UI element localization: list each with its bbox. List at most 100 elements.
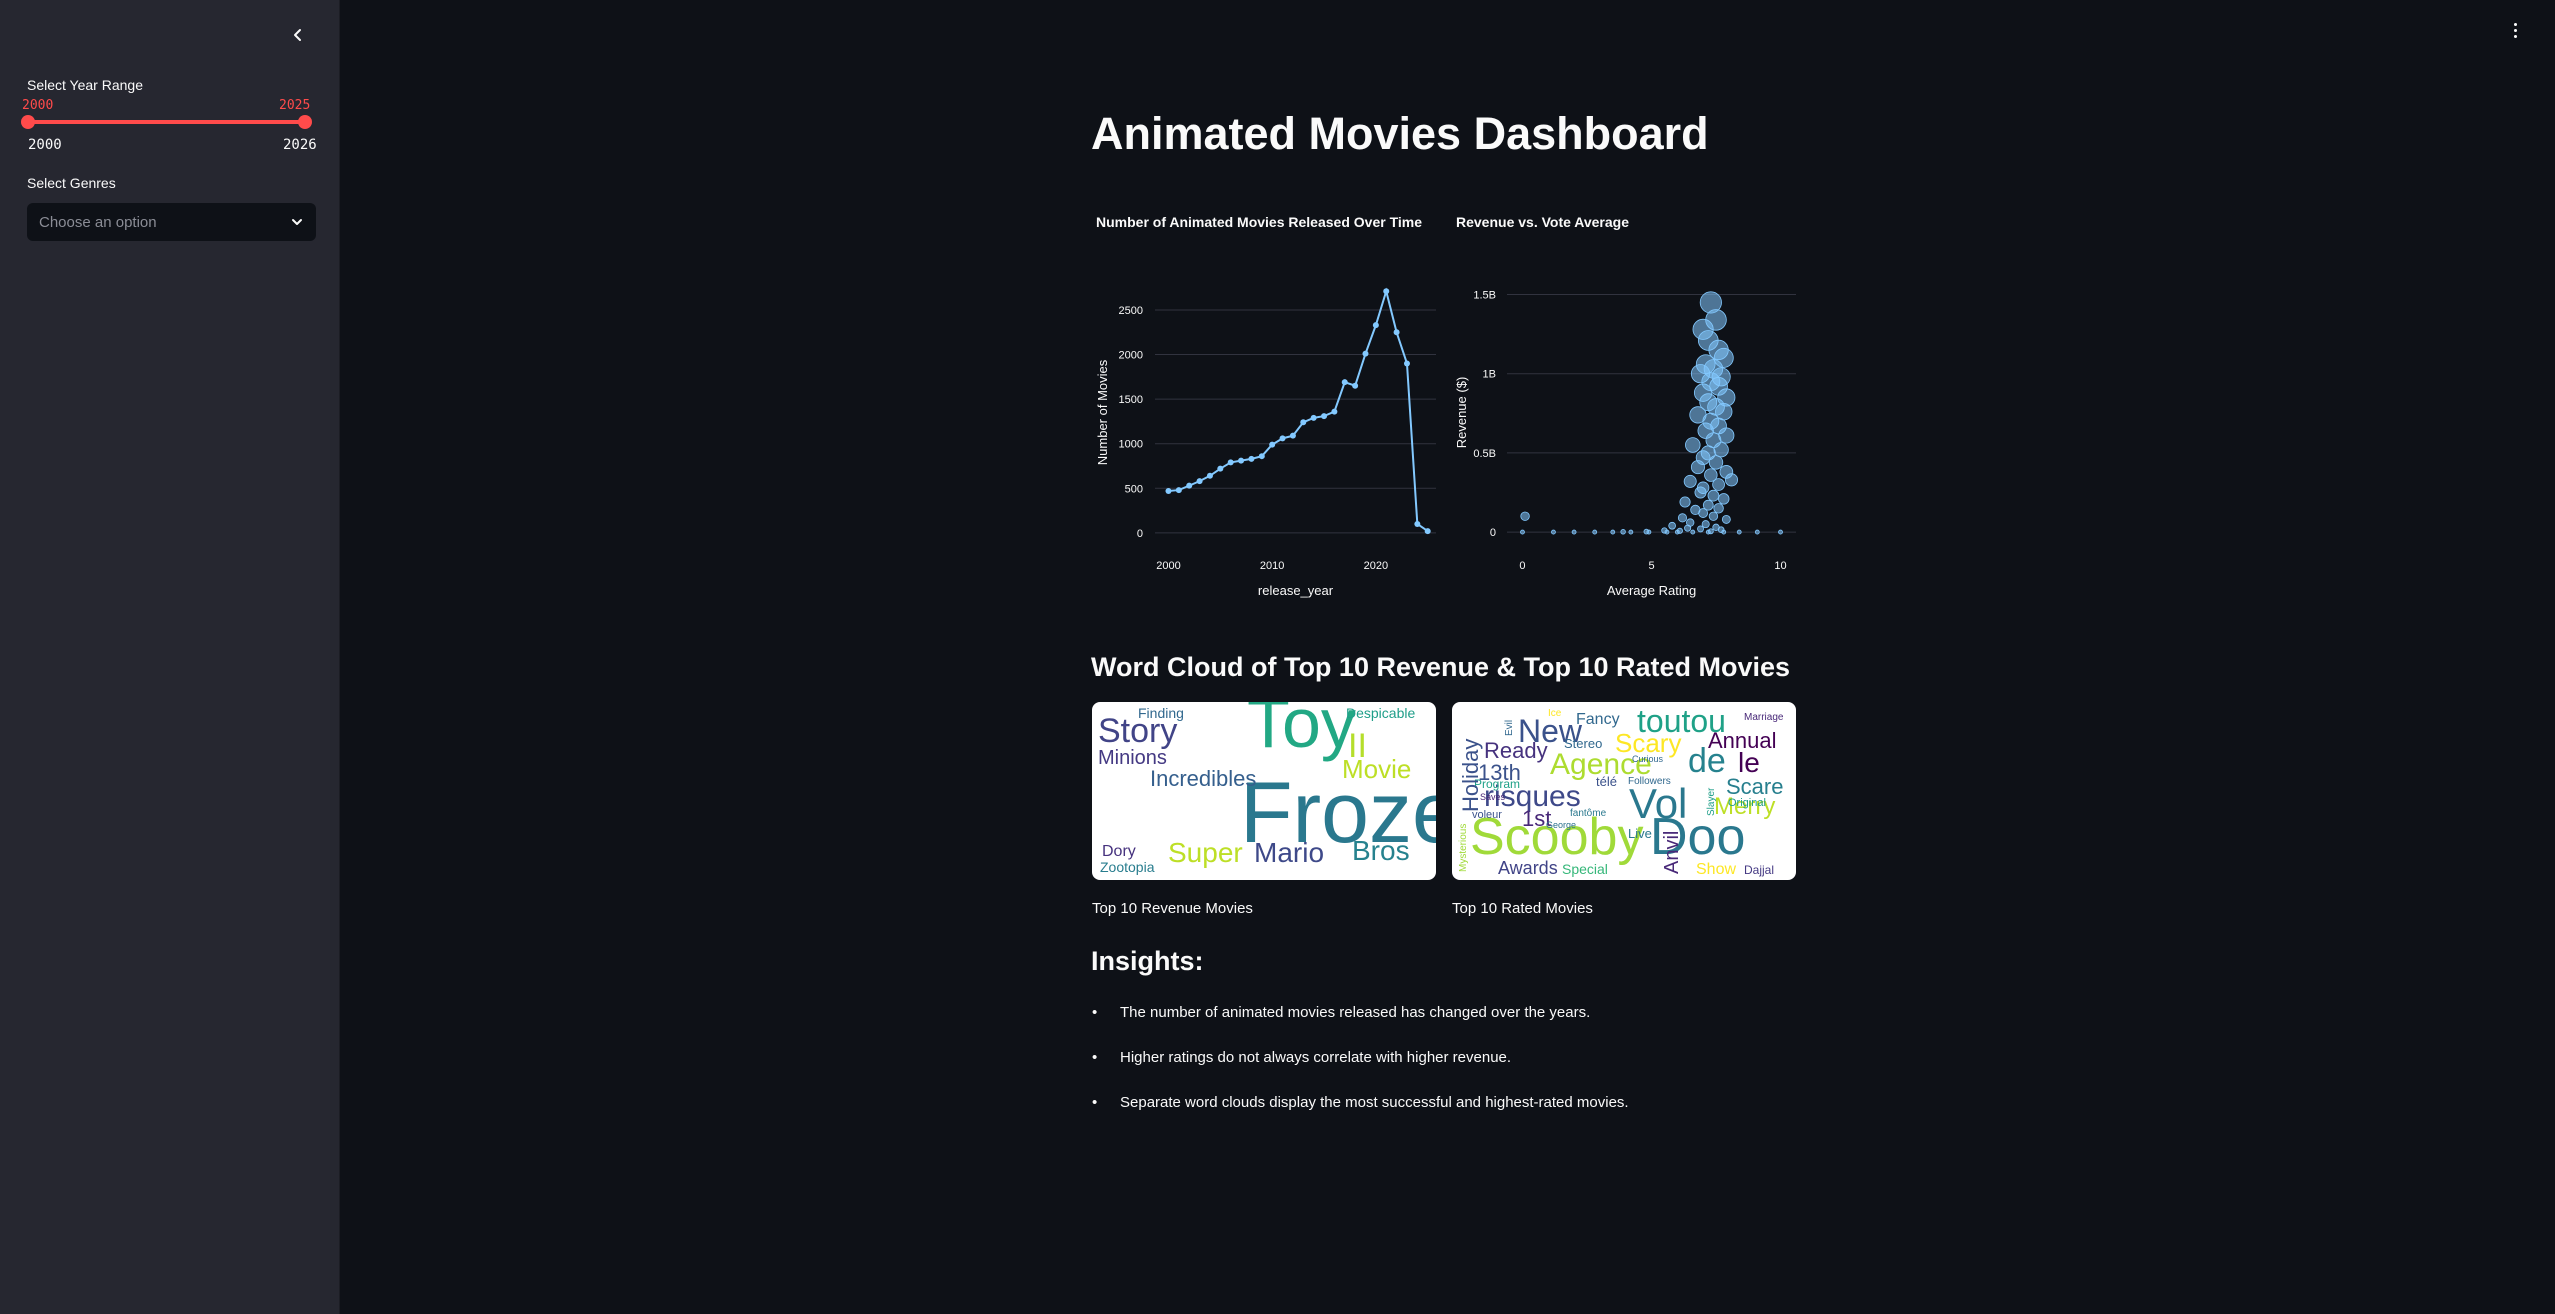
revenue-wordcloud-caption: Top 10 Revenue Movies — [1092, 900, 1253, 917]
wordcloud-word: Mario — [1254, 837, 1324, 868]
wordcloud-word: Movie — [1342, 754, 1411, 784]
y-tick-label: 0 — [1137, 528, 1143, 540]
genres-placeholder: Choose an option — [39, 213, 157, 231]
data-point — [1754, 529, 1760, 535]
wordcloud-word: Stereo — [1564, 736, 1602, 751]
wordcloud-word: Bros — [1352, 835, 1410, 866]
wordcloud-word: Followers — [1628, 776, 1671, 787]
wordcloud-word: George — [1546, 820, 1576, 830]
page-title: Animated Movies Dashboard — [1091, 108, 1709, 159]
data-point — [1217, 465, 1224, 472]
data-point — [1697, 525, 1704, 533]
wordcloud-word: Marriage — [1744, 712, 1784, 723]
movies-released-line-chart[interactable]: 0 500 1000 1500 2000 2500 2000 2010 2020 release_… — [1091, 240, 1441, 610]
x-axis-label: release_year — [1258, 583, 1334, 598]
data-point — [1646, 529, 1652, 535]
slider-min-label: 2000 — [28, 137, 62, 153]
insight-item: The number of animated movies released h… — [1091, 990, 1629, 1035]
slider-high-value: 2025 — [279, 98, 311, 113]
data-point — [1520, 511, 1530, 521]
wordcloud-word: Minions — [1098, 747, 1167, 769]
data-point — [1664, 529, 1670, 535]
chevron-down-icon — [292, 219, 302, 225]
data-point — [1690, 460, 1705, 475]
data-point — [1424, 528, 1431, 535]
x-tick-label: 2010 — [1260, 560, 1284, 572]
data-point — [1279, 435, 1286, 442]
x-tick-label: 10 — [1774, 560, 1786, 572]
wordcloud-word: Annual — [1708, 728, 1777, 753]
insight-item: Higher ratings do not always correlate w… — [1091, 1035, 1629, 1080]
y-tick-label: 1.5B — [1473, 290, 1496, 302]
revenue-vs-rating-scatter-chart[interactable]: 0 0.5B 1B 1.5B 0 5 10 Average Rating Revenue ($) — [1450, 240, 1810, 610]
data-point — [1372, 322, 1379, 329]
data-point — [1238, 457, 1245, 464]
data-point — [1300, 419, 1307, 426]
more-vertical-icon[interactable] — [2505, 18, 2525, 42]
data-point — [1721, 529, 1727, 535]
data-point — [1668, 521, 1676, 530]
data-point — [1414, 520, 1421, 527]
data-point — [1674, 529, 1680, 535]
wordcloud-word: Scare — [1726, 774, 1783, 799]
x-tick-label: 2020 — [1364, 560, 1388, 572]
wordcloud-word: télé — [1596, 774, 1617, 789]
line-chart-title: Number of Animated Movies Released Over … — [1096, 214, 1422, 230]
y-tick-label: 0 — [1490, 527, 1496, 539]
insight-item: Separate word clouds display the most su… — [1091, 1080, 1629, 1125]
data-point — [1708, 455, 1724, 470]
revenue-wordcloud-image: ToyFrozenStoryIncrediblesMinionsFindingD… — [1092, 702, 1436, 880]
data-point — [1592, 529, 1598, 535]
slider-low-value: 2000 — [22, 98, 54, 113]
wordcloud-word: Incredibles — [1150, 766, 1256, 791]
data-point — [1628, 529, 1634, 535]
data-point — [1186, 482, 1193, 489]
data-point — [1736, 529, 1742, 535]
wordcloud-word: Slayer — [1706, 787, 1717, 816]
data-point — [1571, 529, 1577, 535]
wordcloud-word: Dajjal — [1744, 863, 1774, 877]
wordcloud-word: Zootopia — [1100, 859, 1155, 875]
data-point — [1248, 455, 1255, 462]
y-axis-label: Number of Movies — [1095, 359, 1110, 465]
y-tick-label: 500 — [1125, 483, 1143, 495]
wordcloud-heading: Word Cloud of Top 10 Revenue & Top 10 Ra… — [1091, 652, 1791, 682]
data-point — [1352, 382, 1359, 389]
wordcloud-word: fantôme — [1570, 808, 1607, 819]
data-point — [1684, 524, 1692, 532]
wordcloud-word: Awards — [1498, 858, 1558, 878]
data-point — [1718, 493, 1730, 505]
chevron-left-icon — [294, 29, 301, 41]
x-tick-label: 2000 — [1156, 560, 1180, 572]
year-range-slider-high-thumb[interactable] — [298, 115, 312, 129]
genres-select[interactable]: Choose an option — [27, 203, 316, 241]
wordcloud-word: Curious — [1632, 754, 1664, 764]
data-point — [1331, 408, 1338, 415]
wordcloud-word: Special — [1562, 861, 1608, 877]
wordcloud-word: Toy — [1247, 702, 1356, 762]
data-point — [1708, 511, 1719, 521]
data-point — [1310, 414, 1317, 421]
wordcloud-word: Evil — [1504, 720, 1515, 736]
data-point — [1713, 503, 1724, 514]
collapse-sidebar-button[interactable] — [285, 22, 311, 48]
data-point — [1258, 453, 1265, 460]
y-axis-label: Revenue ($) — [1454, 377, 1469, 449]
y-tick-label: 2000 — [1119, 350, 1143, 362]
wordcloud-word: Mysterious — [1458, 824, 1469, 872]
wordcloud-word: Fancy — [1576, 711, 1620, 728]
insights-title: Insights: — [1091, 946, 1204, 976]
data-point — [1403, 360, 1410, 367]
wordcloud-word: Holiday — [1458, 739, 1483, 812]
year-range-slider-track[interactable] — [28, 120, 305, 124]
y-tick-label: 1000 — [1119, 439, 1143, 451]
data-point — [1551, 529, 1556, 535]
data-point — [1677, 513, 1688, 523]
year-range-slider-low-thumb[interactable] — [21, 115, 35, 129]
data-point — [1383, 288, 1390, 295]
wordcloud-word: Ice — [1548, 708, 1562, 719]
data-point — [1721, 514, 1731, 524]
data-point — [1206, 472, 1213, 479]
data-point — [1321, 413, 1328, 420]
rated-wordcloud-image: Scooby Doo toutou New Fancy Scary Agence de le Vo… — [1452, 702, 1796, 880]
